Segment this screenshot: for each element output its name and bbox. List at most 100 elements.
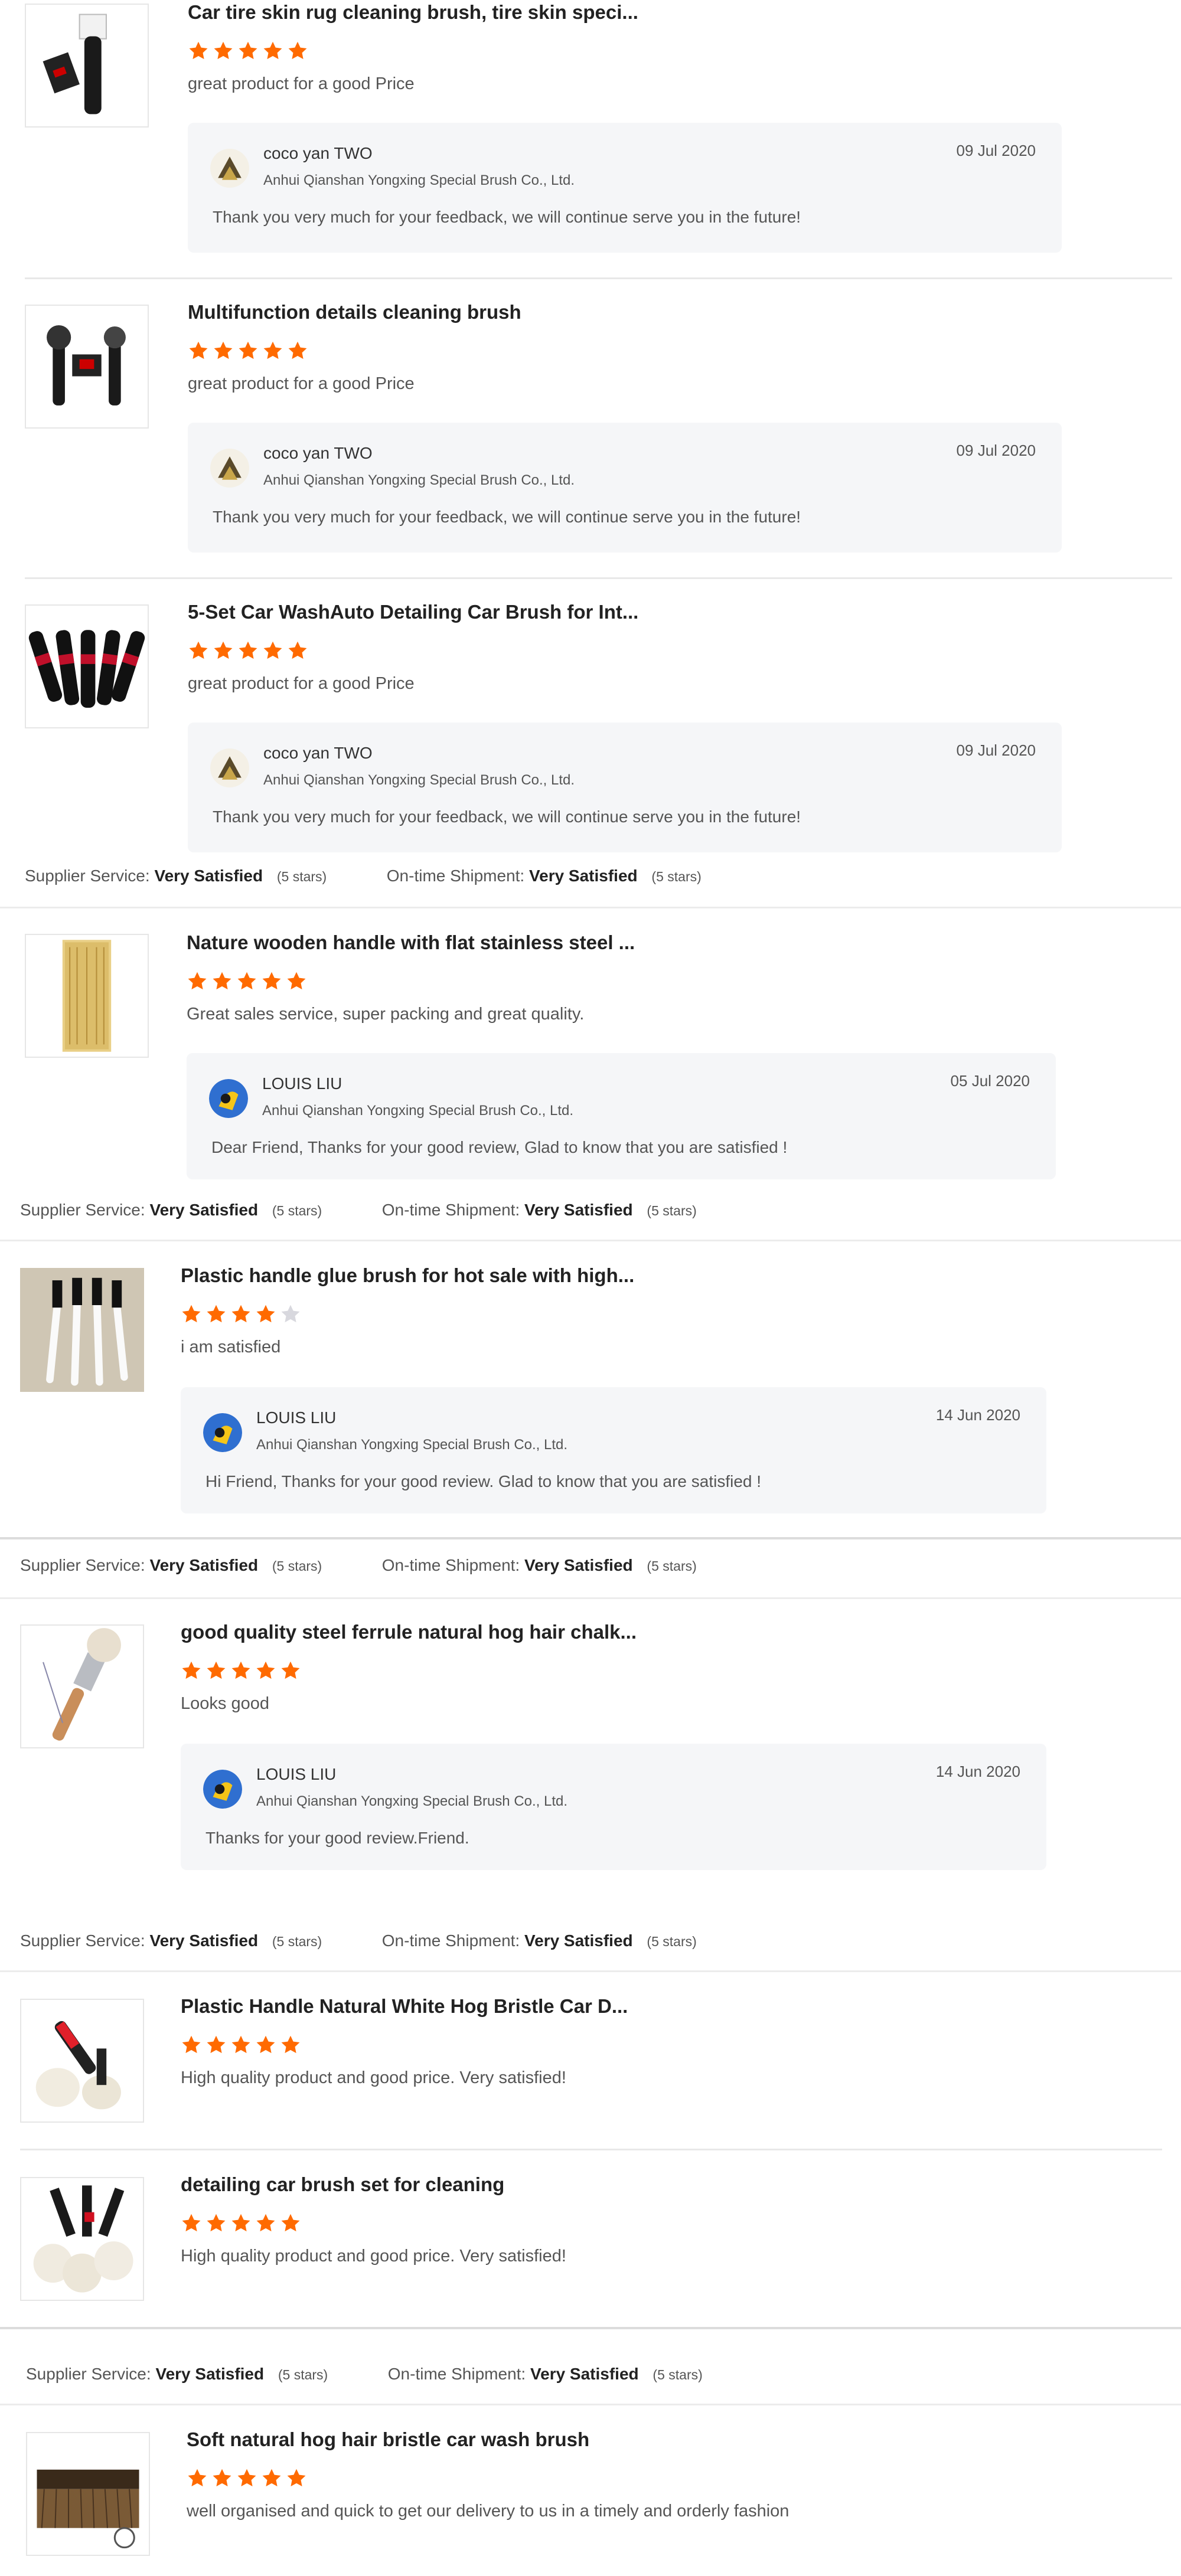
product-image [43, 14, 107, 115]
star-filled-icon [263, 341, 282, 359]
supplier-reply: coco yan TWO Anhui Qianshan Yongxing Spe… [188, 423, 1062, 553]
reply-company: Anhui Qianshan Yongxing Special Brush Co… [263, 472, 575, 488]
product-title[interactable]: Multifunction details cleaning brush [188, 301, 521, 323]
shipment-label: On-time Shipment: [381, 1201, 520, 1219]
review-text: Looks good [181, 1694, 269, 1713]
product-title[interactable]: Plastic Handle Natural White Hog Bristle… [181, 1995, 628, 2018]
louis-liu-avatar [209, 1079, 248, 1118]
review-text: High quality product and good price. Ver… [181, 2247, 566, 2266]
product-title[interactable]: 5-Set Car WashAuto Detailing Car Brush f… [188, 601, 638, 623]
shipment-value: Very Satisfied [530, 2365, 639, 2383]
product-image [47, 325, 126, 406]
star-filled-icon [182, 2214, 201, 2232]
supplier-reply: LOUIS LIU Anhui Qianshan Yongxing Specia… [187, 1053, 1056, 1179]
product-image [35, 2021, 121, 2110]
star-filled-icon [214, 41, 233, 60]
star-filled-icon [231, 2214, 250, 2232]
product-thumbnail[interactable] [25, 305, 149, 429]
star-filled-icon [281, 2214, 300, 2232]
product-thumbnail[interactable] [26, 2432, 150, 2556]
supplier-service-value: Very Satisfied [149, 1556, 259, 1574]
service-rating-line: Supplier Service: Very Satisfied (5 star… [20, 1931, 697, 1950]
reply-message: Dear Friend, Thanks for your good review… [211, 1138, 788, 1156]
review-text: great product for a good Price [188, 374, 415, 393]
shipment-value: Very Satisfied [524, 1556, 633, 1574]
star-filled-icon [189, 41, 208, 60]
review-divider [25, 577, 1172, 579]
star-filled-icon [214, 641, 233, 659]
product-title[interactable]: Car tire skin rug cleaning brush, tire s… [188, 1, 638, 24]
supplier-service-value: Very Satisfied [149, 1931, 259, 1950]
supplier-service-stars: (5 stars) [272, 1558, 322, 1574]
reply-date: 09 Jul 2020 [956, 741, 1036, 759]
rating-stars [181, 2212, 301, 2236]
product-image [26, 935, 148, 1057]
star-filled-icon [213, 972, 231, 990]
star-filled-icon [189, 641, 208, 659]
star-filled-icon [182, 2035, 201, 2054]
supplier-service-label: Supplier Service: [26, 2365, 151, 2383]
service-rating-line: Supplier Service: Very Satisfied (5 star… [20, 1201, 697, 1220]
shipment-stars: (5 stars) [647, 1203, 697, 1218]
star-filled-icon [288, 341, 307, 359]
product-title[interactable]: Nature wooden handle with flat stainless… [187, 931, 635, 954]
product-thumbnail[interactable] [25, 934, 149, 1058]
star-filled-icon [231, 2035, 250, 2054]
product-thumbnail[interactable] [20, 1624, 144, 1748]
product-title[interactable]: good quality steel ferrule natural hog h… [181, 1621, 637, 1643]
star-filled-icon [182, 1305, 201, 1323]
shipment-label: On-time Shipment: [381, 1931, 520, 1950]
louis-liu-avatar [203, 1770, 242, 1809]
star-filled-icon [182, 1661, 201, 1679]
product-thumbnail[interactable] [25, 604, 149, 728]
product-thumbnail[interactable] [20, 1268, 144, 1392]
supplier-service-label: Supplier Service: [20, 1931, 145, 1950]
reply-author: LOUIS LIU [256, 1765, 337, 1783]
shipment-stars: (5 stars) [647, 1934, 697, 1949]
reply-company: Anhui Qianshan Yongxing Special Brush Co… [263, 172, 575, 188]
product-thumbnail[interactable] [25, 4, 149, 128]
reply-message: Thank you very much for your feedback, w… [213, 208, 801, 226]
service-rating-line: Supplier Service: Very Satisfied (5 star… [25, 867, 702, 885]
shipment-stars: (5 stars) [653, 2367, 703, 2382]
rating-stars [181, 2034, 301, 2058]
reply-company: Anhui Qianshan Yongxing Special Brush Co… [256, 1437, 568, 1453]
coco-yan-avatar [210, 449, 249, 488]
star-filled-icon [188, 972, 207, 990]
product-thumbnail[interactable] [20, 2177, 144, 2301]
reply-date: 14 Jun 2020 [935, 1406, 1020, 1424]
supplier-service-label: Supplier Service: [20, 1556, 145, 1574]
product-thumbnail[interactable] [20, 1999, 144, 2123]
star-filled-icon [207, 1305, 226, 1323]
supplier-service-value: Very Satisfied [154, 867, 263, 885]
product-title[interactable]: detailing car brush set for cleaning [181, 2173, 504, 2196]
reply-message: Hi Friend, Thanks for your good review. … [205, 1472, 762, 1490]
star-filled-icon [188, 2469, 207, 2487]
reply-date: 05 Jul 2020 [950, 1072, 1030, 1090]
reply-author: LOUIS LIU [256, 1408, 337, 1427]
supplier-service-stars: (5 stars) [276, 869, 327, 884]
shipment-label: On-time Shipment: [386, 867, 525, 885]
service-rating-line: Supplier Service: Very Satisfied (5 star… [26, 2365, 703, 2384]
star-filled-icon [256, 1305, 275, 1323]
star-filled-icon [231, 1305, 250, 1323]
reply-date: 09 Jul 2020 [956, 142, 1036, 159]
section-separator [0, 2404, 1181, 2405]
review-divider [25, 277, 1172, 279]
product-title[interactable]: Soft natural hog hair bristle car wash b… [187, 2428, 589, 2451]
reply-message: Thank you very much for your feedback, w… [213, 508, 801, 526]
rating-stars [188, 640, 308, 663]
product-image [43, 1628, 121, 1741]
service-rating-line: Supplier Service: Very Satisfied (5 star… [20, 1556, 697, 1575]
section-separator [0, 1537, 1181, 1539]
star-filled-icon [207, 2214, 226, 2232]
rating-stars [187, 2467, 307, 2491]
product-title[interactable]: Plastic handle glue brush for hot sale w… [181, 1264, 634, 1287]
star-filled-icon [256, 2214, 275, 2232]
star-empty-icon [281, 1305, 300, 1323]
star-filled-icon [262, 972, 281, 990]
rating-stars [187, 970, 307, 994]
reply-author: coco yan TWO [263, 444, 373, 462]
rating-stars [181, 1660, 301, 1683]
supplier-service-value: Very Satisfied [155, 2365, 265, 2383]
